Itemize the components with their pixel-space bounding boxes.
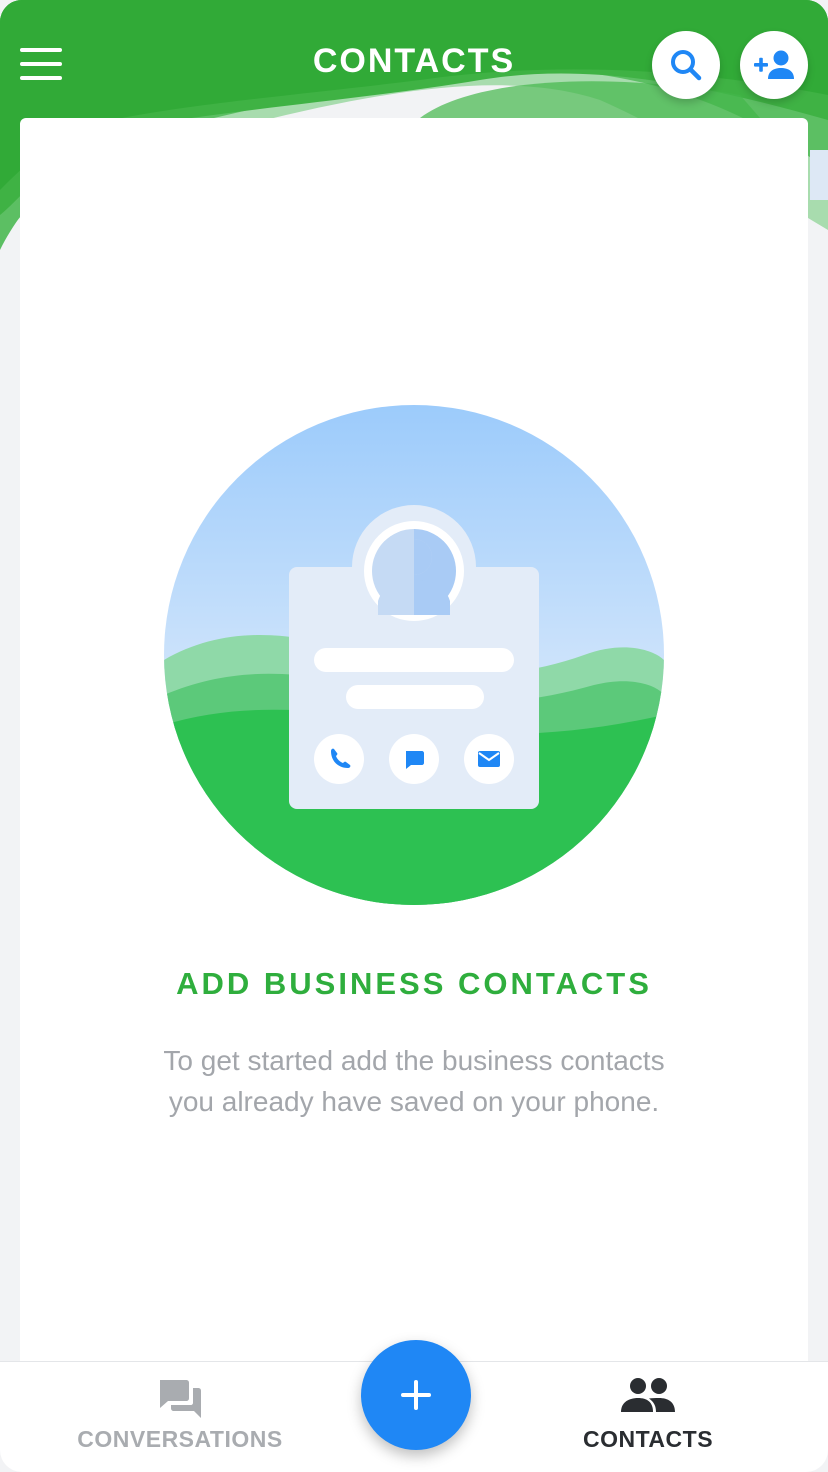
plus-icon: [401, 1380, 431, 1410]
tab-contacts-label: CONTACTS: [582, 1426, 714, 1452]
contact-card-illustration: [164, 405, 664, 905]
tab-conversations-label: CONVERSATIONS: [77, 1426, 283, 1452]
add-person-icon: [754, 50, 794, 79]
search-button[interactable]: [652, 31, 720, 99]
empty-state-description-line: you already have saved on your phone.: [168, 1086, 660, 1117]
add-contact-button[interactable]: [740, 31, 808, 99]
add-fab-button[interactable]: [361, 1340, 471, 1450]
hamburger-menu-icon: [20, 48, 62, 52]
conversations-icon: [160, 1380, 201, 1418]
empty-state-title: ADD BUSINESS CONTACTS: [176, 966, 652, 1001]
search-icon: [671, 50, 702, 81]
empty-state-description-line: To get started add the business contacts: [163, 1045, 665, 1076]
tab-contacts[interactable]: CONTACTS: [498, 1362, 798, 1472]
empty-state-description: To get started add the business contacts…: [114, 1040, 714, 1122]
people-icon: [621, 1378, 675, 1412]
tab-conversations[interactable]: CONVERSATIONS: [30, 1362, 330, 1472]
menu-button[interactable]: [16, 44, 66, 84]
page-title: CONTACTS: [312, 42, 516, 80]
contacts-screen: CONTACTS ADD BUSINESS CONTACTS To get st…: [0, 0, 828, 1472]
empty-state-card: ADD BUSINESS CONTACTS To get started add…: [20, 118, 808, 1418]
